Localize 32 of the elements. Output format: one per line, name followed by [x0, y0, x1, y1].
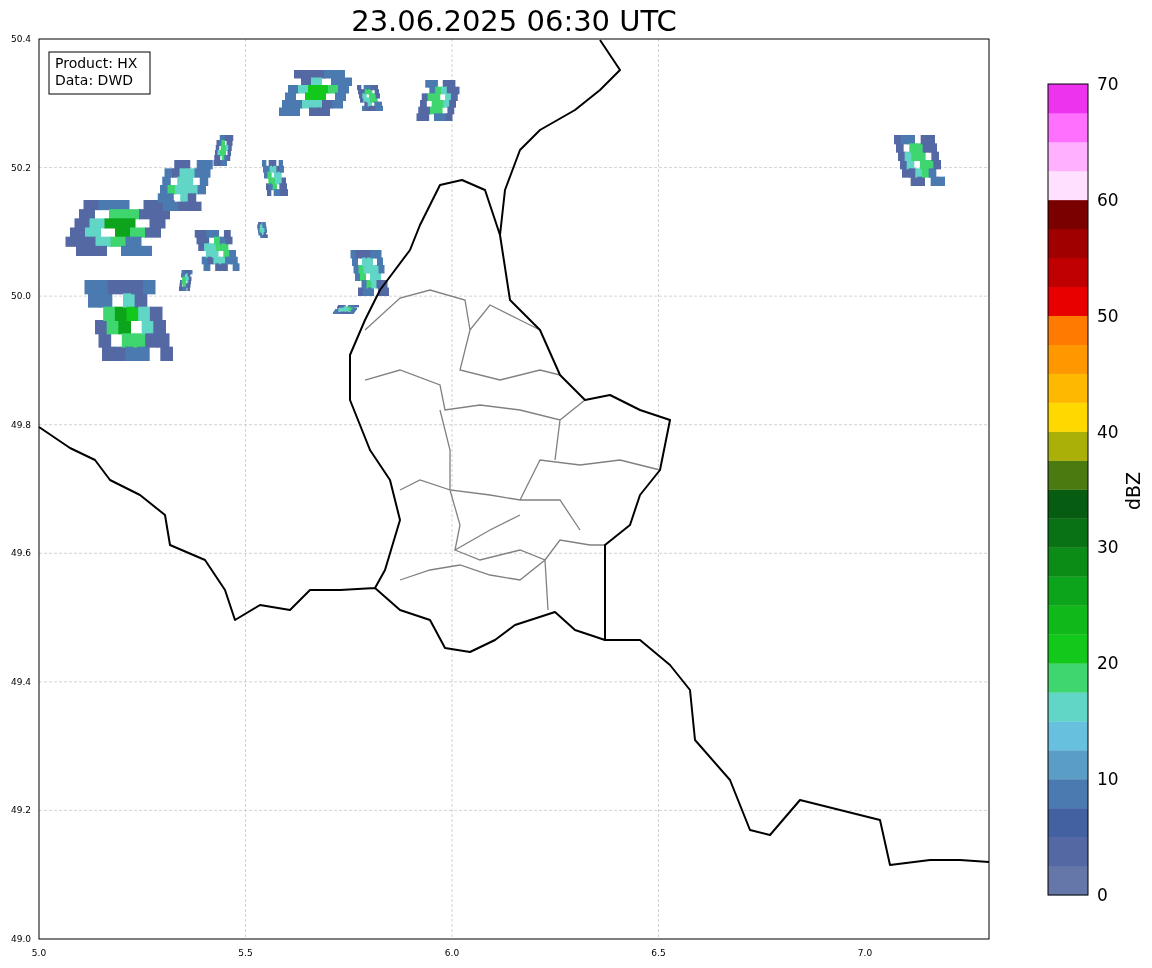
radar-echo [416, 80, 460, 121]
colorbar-label: dBZ [1122, 471, 1144, 511]
x-tick-label: 6.5 [651, 948, 666, 958]
radar-echo [357, 85, 383, 111]
x-tick-label: 5.0 [31, 948, 47, 958]
colorbar-tick-label: 0 [1097, 885, 1108, 905]
x-tick-label: 6.0 [444, 948, 460, 958]
y-tick-label: 50.0 [10, 291, 31, 302]
radar-echo [350, 250, 389, 296]
radar-echo [262, 160, 288, 196]
y-tick-label: 49.8 [10, 419, 31, 430]
colorbar-tick-label: 60 [1097, 189, 1119, 210]
colorbar-tick-label: 30 [1097, 537, 1119, 558]
colorbar-tick-label: 50 [1097, 305, 1119, 326]
chart-title: 23.06.2025 06:30 UTC [351, 4, 677, 38]
x-tick-label: 7.0 [857, 948, 873, 958]
y-tick-label: 49.4 [10, 676, 31, 687]
colorbar-tick-label: 70 [1097, 74, 1119, 94]
radar-echo [257, 222, 268, 238]
radar-echo [894, 135, 945, 186]
y-tick-label: 49.2 [10, 805, 31, 816]
y-tick-label: 49.0 [10, 934, 31, 944]
colorbar-tick-label: 40 [1097, 421, 1119, 442]
y-tick-label: 49.6 [10, 548, 31, 559]
colorbar-tick-label: 10 [1097, 769, 1119, 790]
colorbar-tick-label: 20 [1097, 653, 1119, 674]
info-text: Product: HX [55, 55, 138, 71]
x-tick-label: 5.5 [238, 948, 253, 958]
y-tick-label: 50.4 [10, 34, 31, 44]
y-tick-label: 50.2 [10, 162, 31, 173]
info-text: Data: DWD [55, 72, 133, 88]
radar-echo [333, 305, 359, 314]
